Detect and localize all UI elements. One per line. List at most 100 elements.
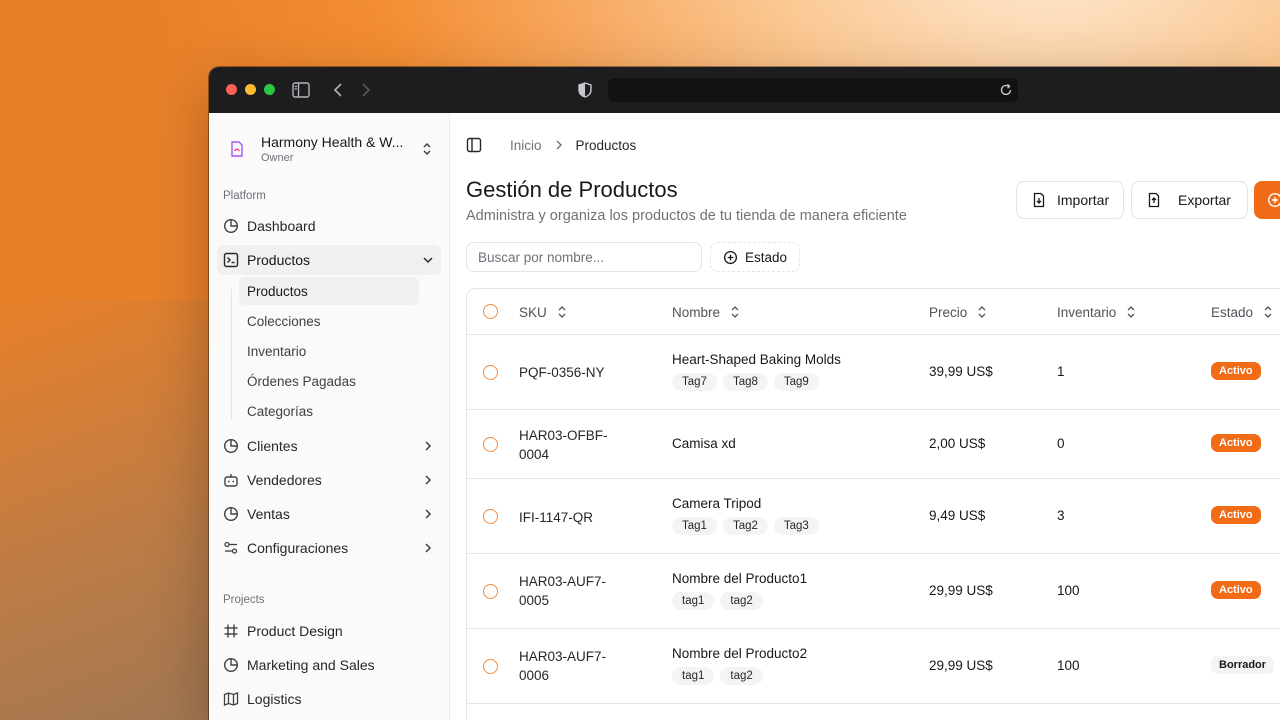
export-button[interactable]: Exportar (1131, 181, 1248, 219)
sidebar-item-label: Product Design (247, 623, 343, 639)
sidebar-item-dashboard[interactable]: Dashboard (217, 211, 441, 241)
sidebar-item-productos[interactable]: Productos (217, 245, 441, 275)
sidebar-item-label: Productos (247, 252, 311, 268)
status-filter-button[interactable]: Estado (710, 242, 801, 272)
sidebar-item-label: Logistics (247, 691, 302, 707)
table-row[interactable]: PQF-0356-NY Heart-Shaped Baking Molds Ta… (467, 335, 1280, 410)
import-label: Importar (1057, 192, 1110, 208)
sidebar-item-product-design[interactable]: Product Design (217, 616, 441, 646)
table-header: SKU Nombre Precio Inventario Estado (467, 289, 1280, 335)
product-name[interactable]: Heart-Shaped Baking Molds (672, 352, 841, 367)
name-cell: Nombre del Producto2 tag1 tag2 (672, 646, 807, 685)
submenu-guide-line (231, 289, 232, 420)
row-checkbox[interactable] (483, 437, 498, 452)
org-switcher[interactable]: Harmony Health & W... Owner (223, 127, 435, 171)
sort-icon (728, 305, 742, 319)
sidebar-item-label: Configuraciones (247, 540, 349, 556)
chevron-down-icon (421, 253, 435, 267)
sidebar-item-vendedores[interactable]: Vendedores (217, 465, 441, 495)
tag-chip: tag1 (672, 592, 715, 610)
name-column-header[interactable]: Nombre (672, 289, 742, 335)
row-checkbox[interactable] (483, 509, 498, 524)
table-row[interactable]: HAR03-OFBF-0004 Camisa xd 2,00 US$ 0 Act… (467, 410, 1280, 479)
status-filter-label: Estado (745, 249, 788, 265)
table-row[interactable]: IFI-1147-QR Camera Tripod Tag1 Tag2 Tag3… (467, 479, 1280, 554)
name-cell: Nombre del Producto1 tag1 tag2 (672, 571, 807, 610)
inventory-column-header[interactable]: Inventario (1057, 289, 1138, 335)
chevron-right-icon (421, 541, 435, 555)
chevron-right-icon (552, 138, 566, 152)
maximize-window-button[interactable] (264, 84, 275, 95)
sidebar-subitem-categorias[interactable]: Categorías (239, 397, 419, 425)
sidebar-item-clientes[interactable]: Clientes (217, 431, 441, 461)
sidebar-item-marketing[interactable]: Marketing and Sales (217, 650, 441, 680)
tag-chip: tag1 (672, 667, 715, 685)
add-product-button[interactable] (1254, 181, 1280, 219)
table-row[interactable]: HAR03-AUF7-0005 Nombre del Producto1 tag… (467, 554, 1280, 629)
status-badge: Borrador (1211, 656, 1275, 674)
frame-icon (223, 623, 239, 639)
plus-circle-icon (723, 250, 738, 265)
column-label: Inventario (1057, 304, 1117, 320)
projects-group-label: Projects (223, 594, 265, 606)
row-checkbox[interactable] (483, 365, 498, 380)
breadcrumb-home[interactable]: Inicio (510, 138, 542, 153)
sort-icon (555, 305, 569, 319)
sort-icon (1261, 305, 1275, 319)
sort-icon (1124, 305, 1138, 319)
browser-titlebar (209, 67, 1280, 113)
select-all-checkbox[interactable] (483, 304, 498, 319)
browser-window: Harmony Health & W... Owner Platform Das… (209, 67, 1280, 720)
sidebar-subitem-colecciones[interactable]: Colecciones (239, 307, 419, 335)
sidebar-item-logistics[interactable]: Logistics (217, 684, 441, 714)
chevron-right-icon (421, 439, 435, 453)
product-name[interactable]: Nombre del Producto1 (672, 571, 807, 586)
main-content: Inicio Productos Gestión de Productos Ad… (450, 113, 1280, 720)
forward-arrow-icon[interactable] (357, 81, 375, 99)
tag-chip: tag2 (720, 592, 763, 610)
reload-icon[interactable] (998, 82, 1014, 98)
row-checkbox[interactable] (483, 584, 498, 599)
product-name[interactable]: Camera Tripod (672, 496, 819, 511)
price-column-header[interactable]: Precio (929, 289, 989, 335)
sidebar-item-ventas[interactable]: Ventas (217, 499, 441, 529)
status-column-header[interactable]: Estado (1211, 289, 1275, 335)
terminal-square-icon (223, 252, 239, 268)
inventory-cell: 1 (1057, 364, 1065, 379)
close-window-button[interactable] (226, 84, 237, 95)
table-row[interactable]: HAR03-AUF7-0006 Nombre del Producto2 tag… (467, 629, 1280, 704)
back-arrow-icon[interactable] (329, 81, 347, 99)
status-badge: Activo (1211, 434, 1261, 452)
pie-chart-icon (223, 506, 239, 522)
status-cell: Activo (1211, 362, 1261, 380)
sidebar-subitem-productos[interactable]: Productos (239, 277, 419, 305)
shield-icon[interactable] (576, 81, 594, 99)
chevrons-up-down-icon (419, 141, 435, 157)
row-checkbox[interactable] (483, 659, 498, 674)
import-button[interactable]: Importar (1016, 181, 1125, 219)
map-icon (223, 691, 239, 707)
sort-icon (975, 305, 989, 319)
minimize-window-button[interactable] (245, 84, 256, 95)
page-subtitle: Administra y organiza los productos de t… (466, 208, 907, 224)
inventory-cell: 3 (1057, 508, 1065, 523)
sidebar-item-label: Clientes (247, 438, 298, 454)
name-cell: Camera Tripod Tag1 Tag2 Tag3 (672, 496, 819, 535)
sidebar-toggle-icon[interactable] (292, 81, 310, 99)
tag-list: tag1 tag2 (672, 592, 807, 610)
panel-toggle-icon[interactable] (466, 137, 482, 153)
sidebar-item-configuraciones[interactable]: Configuraciones (217, 533, 441, 563)
sidebar-subitem-inventario[interactable]: Inventario (239, 337, 419, 365)
pie-chart-icon (223, 218, 239, 234)
sku-cell: PQF-0356-NY (519, 365, 605, 380)
tag-chip: tag2 (720, 667, 763, 685)
sku-column-header[interactable]: SKU (519, 289, 569, 335)
inventory-cell: 100 (1057, 658, 1080, 673)
pie-chart-icon (223, 438, 239, 454)
product-name[interactable]: Camisa xd (672, 436, 736, 451)
product-name[interactable]: Nombre del Producto2 (672, 646, 807, 661)
search-input[interactable] (466, 242, 702, 272)
name-cell: Camisa xd (672, 436, 736, 451)
sidebar-subitem-ordenes[interactable]: Órdenes Pagadas (239, 367, 419, 395)
address-bar[interactable] (608, 78, 1018, 102)
